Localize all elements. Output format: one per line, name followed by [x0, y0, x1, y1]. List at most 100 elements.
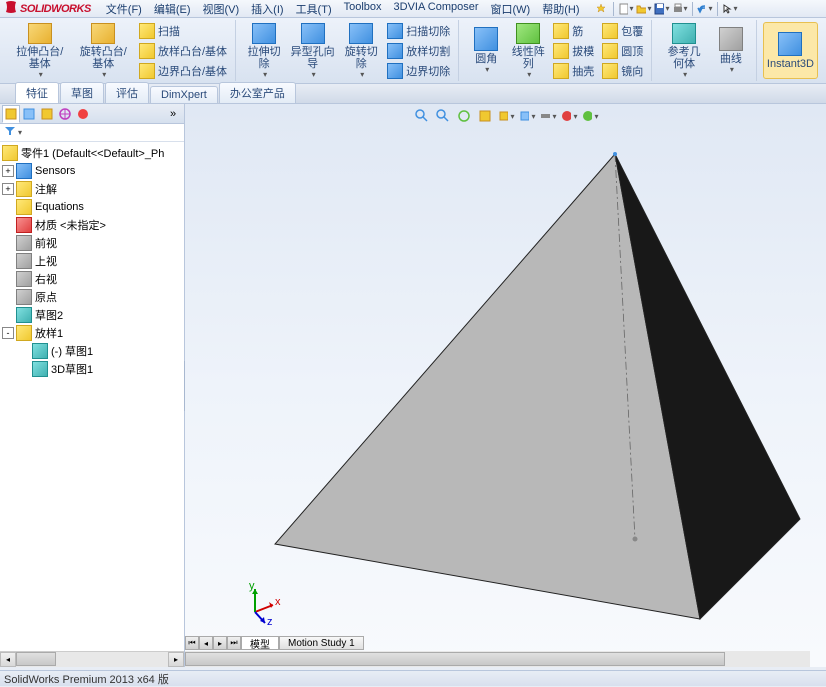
instant3d-button[interactable]: Instant3D	[763, 22, 818, 79]
tree-item[interactable]: 3D草图1	[2, 360, 182, 378]
annot-icon	[16, 181, 32, 197]
tree-item-label: 前视	[35, 235, 57, 251]
tab-evaluate[interactable]: 评估	[105, 82, 149, 103]
edit-appearance-icon[interactable]: ▾	[560, 107, 578, 125]
menu-toolbox[interactable]: Toolbox	[339, 0, 387, 18]
filter-dropdown-icon[interactable]: ▾	[18, 128, 22, 137]
scroll-right-icon[interactable]: ▸	[168, 652, 184, 667]
tab-last-icon[interactable]: ⏭	[227, 636, 241, 650]
wrap-button[interactable]: 包覆	[598, 22, 647, 40]
tree-root[interactable]: 零件1 (Default<<Default>_Ph	[2, 144, 182, 162]
tree-item[interactable]: (-) 草图1	[2, 342, 182, 360]
boundary-cut-button[interactable]: 边界切除	[383, 62, 454, 80]
panel-scrollbar-h[interactable]: ◂ ▸	[0, 651, 184, 667]
ref-geometry-button[interactable]: 参考几何体▾	[658, 21, 710, 81]
section-view-icon[interactable]	[476, 107, 494, 125]
tree-item[interactable]: -放样1	[2, 324, 182, 342]
mirror-button[interactable]: 镜向	[598, 62, 647, 80]
menu-3dvia[interactable]: 3DVIA Composer	[389, 0, 484, 18]
menu-insert[interactable]: 插入(I)	[246, 0, 288, 18]
filter-icon[interactable]	[4, 125, 16, 140]
menu-help[interactable]: 帮助(H)	[537, 0, 584, 18]
tree-item[interactable]: +注解	[2, 180, 182, 198]
revolve-cut-button[interactable]: 旋转切除▾	[339, 21, 383, 81]
tab-office[interactable]: 办公室产品	[219, 82, 296, 103]
rib-button[interactable]: 筋	[549, 22, 598, 40]
property-manager-tab-icon[interactable]	[20, 105, 38, 123]
sweep-cut-button[interactable]: 扫描切除	[383, 22, 454, 40]
open-icon[interactable]: ▾	[636, 1, 652, 17]
shell-button[interactable]: 抽壳	[549, 62, 598, 80]
sweep-button[interactable]: 扫描	[135, 22, 231, 40]
tree-item[interactable]: 上视	[2, 252, 182, 270]
revolve-boss-button[interactable]: 旋转凸台/基体▾	[72, 21, 136, 81]
origin-icon	[16, 289, 32, 305]
view-orientation-icon[interactable]: ▾	[497, 107, 515, 125]
extrude-cut-button[interactable]: 拉伸切除▾	[242, 21, 286, 81]
filter-bar: ▾	[0, 124, 184, 142]
pyramid-model[interactable]	[245, 144, 805, 634]
curves-button[interactable]: 曲线▾	[710, 21, 752, 81]
tab-dimxpert[interactable]: DimXpert	[150, 86, 218, 103]
tab-first-icon[interactable]: ⏮	[185, 636, 199, 650]
menu-edit[interactable]: 编辑(E)	[149, 0, 196, 18]
viewport-scroll-thumb[interactable]	[185, 652, 725, 666]
ribbon-group-features: 圆角▾ 线性阵列▾ 筋 拔模 抽壳 包覆 圆顶 镜向	[461, 20, 652, 81]
new-icon[interactable]: ▾	[618, 1, 634, 17]
loft-button[interactable]: 放样凸台/基体	[135, 42, 231, 60]
tree-item[interactable]: 前视	[2, 234, 182, 252]
tree-item[interactable]: Equations	[2, 198, 182, 216]
coordinate-triad[interactable]: x y z	[235, 577, 285, 627]
tab-prev-icon[interactable]: ◂	[199, 636, 213, 650]
tab-motion-study[interactable]: Motion Study 1	[279, 636, 364, 650]
tree-item[interactable]: + Sensors	[2, 162, 182, 180]
ribbon-group-ref: 参考几何体▾ 曲线▾	[654, 20, 757, 81]
tab-features[interactable]: 特征	[15, 82, 59, 103]
tab-model[interactable]: 模型	[241, 636, 279, 650]
tree-expander[interactable]: +	[2, 183, 14, 195]
print-icon[interactable]: ▾	[672, 1, 688, 17]
scroll-left-icon[interactable]: ◂	[0, 652, 16, 667]
tree-expander[interactable]: +	[2, 165, 14, 177]
tree-item-label: Sensors	[35, 165, 75, 177]
tree-item[interactable]: 右视	[2, 270, 182, 288]
menu-file[interactable]: 文件(F)	[101, 0, 147, 18]
tree-item[interactable]: 材质 <未指定>	[2, 216, 182, 234]
scroll-thumb[interactable]	[16, 652, 56, 666]
save-icon[interactable]: ▾	[654, 1, 670, 17]
prev-view-icon[interactable]	[455, 107, 473, 125]
display-manager-tab-icon[interactable]	[74, 105, 92, 123]
linear-pattern-button[interactable]: 线性阵列▾	[507, 21, 549, 81]
viewport-scrollbar-h[interactable]	[185, 651, 810, 667]
undo-icon[interactable]: ▾	[697, 1, 713, 17]
menu-window[interactable]: 窗口(W)	[486, 0, 536, 18]
extrude-boss-button[interactable]: 拉伸凸台/基体▾	[8, 21, 72, 81]
panel-menu-icon[interactable]: »	[164, 105, 182, 123]
scroll-track[interactable]	[16, 652, 168, 667]
tree-item[interactable]: 草图2	[2, 306, 182, 324]
menu-view[interactable]: 视图(V)	[198, 0, 245, 18]
tree-item[interactable]: 原点	[2, 288, 182, 306]
tab-next-icon[interactable]: ▸	[213, 636, 227, 650]
display-style-icon[interactable]: ▾	[518, 107, 536, 125]
config-manager-tab-icon[interactable]	[38, 105, 56, 123]
dimxpert-manager-tab-icon[interactable]	[56, 105, 74, 123]
fillet-button[interactable]: 圆角▾	[465, 21, 507, 81]
star-icon[interactable]	[593, 1, 609, 17]
zoom-fit-icon[interactable]	[413, 107, 431, 125]
loft-cut-button[interactable]: 放样切割	[383, 42, 454, 60]
feature-manager-tab-icon[interactable]	[2, 105, 20, 123]
dome-button[interactable]: 圆顶	[598, 42, 647, 60]
hide-show-icon[interactable]: ▾	[539, 107, 557, 125]
boundary-button[interactable]: 边界凸台/基体	[135, 62, 231, 80]
select-icon[interactable]: ▾	[722, 1, 738, 17]
app-name: SOLIDWORKS	[20, 3, 91, 15]
viewport[interactable]: ▾ ▾ ▾ ▾ ▾ x y z	[185, 104, 826, 667]
tab-sketch[interactable]: 草图	[60, 82, 104, 103]
zoom-area-icon[interactable]	[434, 107, 452, 125]
apply-scene-icon[interactable]: ▾	[581, 107, 599, 125]
tree-expander[interactable]: -	[2, 327, 14, 339]
menu-tools[interactable]: 工具(T)	[291, 0, 337, 18]
draft-button[interactable]: 拔模	[549, 42, 598, 60]
hole-wizard-button[interactable]: 异型孔向导▾	[286, 21, 339, 81]
